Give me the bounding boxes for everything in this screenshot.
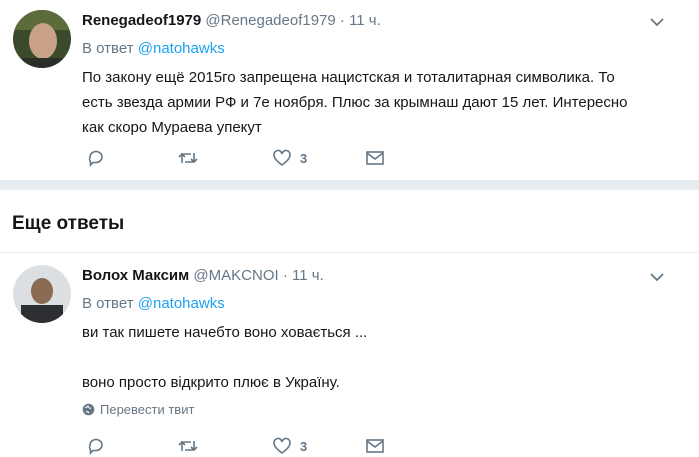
reply-icon — [88, 438, 103, 455]
chevron-down-icon[interactable] — [649, 269, 665, 285]
tweet-actions: 3 — [82, 147, 402, 169]
reply-prefix: В ответ — [82, 295, 134, 312]
user-name[interactable]: Renegadeof1979 — [82, 12, 201, 29]
reply-context: В ответ @natohawks — [82, 295, 225, 312]
user-name[interactable]: Волох Максим — [82, 267, 189, 284]
like-icon — [273, 149, 291, 166]
timestamp[interactable]: · 11 ч. — [340, 12, 381, 29]
reply-mention[interactable]: @natohawks — [138, 40, 225, 57]
translate-link[interactable]: Перевести твит — [82, 402, 194, 417]
avatar[interactable] — [13, 265, 71, 323]
translate-label[interactable]: Перевести твит — [100, 402, 194, 417]
like-button[interactable]: 3 — [272, 435, 307, 457]
like-count: 3 — [300, 150, 308, 166]
chevron-down-icon[interactable] — [649, 14, 665, 30]
retweet-button[interactable] — [177, 435, 199, 457]
separator — [0, 180, 699, 190]
tweet-text-line: По закону ещё 2015го запрещена нацистска… — [82, 69, 615, 86]
tweet-text-blank-line — [82, 345, 367, 370]
tweet-text-line: воно просто відкрито плює в Україну. — [82, 374, 340, 391]
user-handle[interactable]: @Renegadeof1979 — [205, 12, 335, 29]
direct-message-button[interactable] — [365, 147, 385, 169]
retweet-icon — [178, 440, 198, 452]
like-icon — [273, 437, 291, 454]
reply-button[interactable] — [86, 435, 106, 457]
tweet-text-line: есть звезда армии РФ и 7е ноября. Плюс з… — [82, 94, 628, 111]
like-button[interactable]: 3 — [272, 147, 307, 169]
tweet-text-line: ви так пишете начебто воно ховається ... — [82, 324, 368, 341]
avatar[interactable] — [13, 10, 71, 68]
reply-button[interactable] — [86, 147, 106, 169]
tweet-header: Волох Максим @MAKCNOI · 11 ч. — [82, 267, 324, 284]
retweet-icon — [178, 152, 198, 164]
reply-mention[interactable]: @natohawks — [138, 295, 225, 312]
tweet-actions: 3 — [82, 435, 402, 457]
reply-context: В ответ @natohawks — [82, 40, 225, 57]
message-icon — [366, 439, 384, 453]
reply-icon — [88, 150, 103, 167]
retweet-button[interactable] — [177, 147, 199, 169]
user-handle[interactable]: @MAKCNOI — [193, 267, 278, 284]
tweet-text-line: как скоро Мураева упекут — [82, 119, 262, 136]
timestamp[interactable]: · 11 ч. — [283, 267, 324, 284]
tweet[interactable]: Renegadeof1979 @Renegadeof1979 · 11 ч. В… — [0, 0, 699, 180]
like-count: 3 — [300, 438, 308, 454]
tweet[interactable]: Волох Максим @MAKCNOI · 11 ч. В ответ @n… — [0, 253, 699, 455]
tweet-text: ви так пишете начебто воно ховається ...… — [82, 320, 367, 395]
section-title: Еще ответы — [12, 213, 125, 234]
tweet-header: Renegadeof1979 @Renegadeof1979 · 11 ч. — [82, 12, 381, 29]
message-icon — [366, 151, 384, 165]
globe-icon — [82, 403, 95, 416]
tweet-text: По закону ещё 2015го запрещена нацистска… — [82, 65, 628, 140]
direct-message-button[interactable] — [365, 435, 385, 457]
reply-prefix: В ответ — [82, 40, 134, 57]
